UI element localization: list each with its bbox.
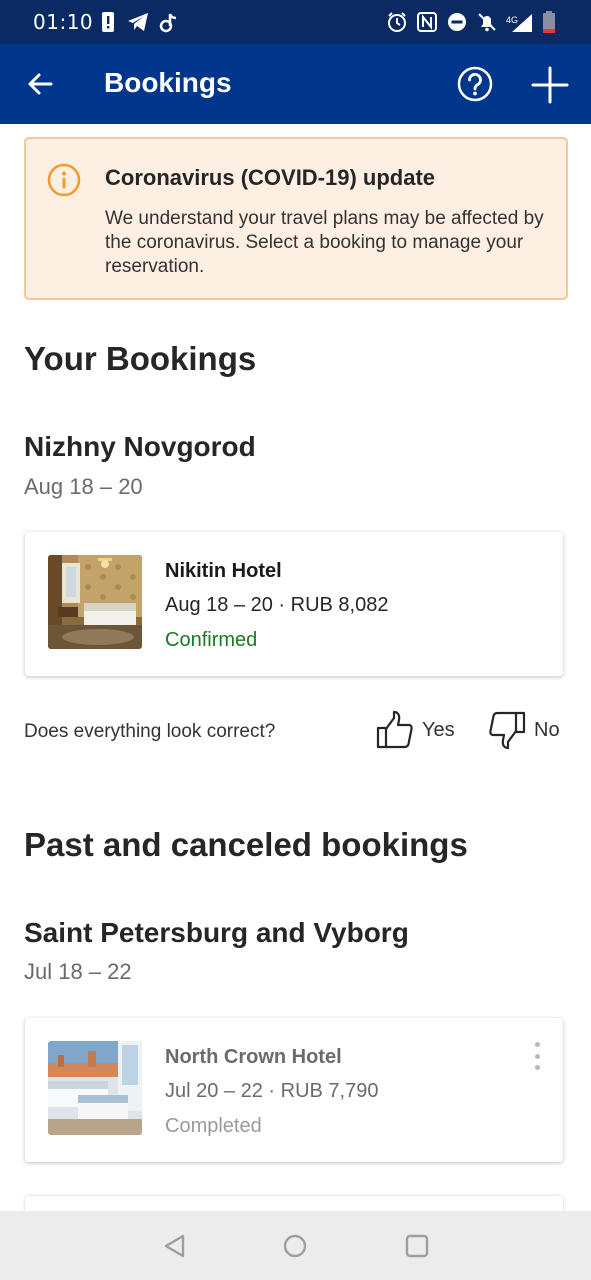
booking-status: Confirmed xyxy=(165,629,258,651)
back-button[interactable] xyxy=(20,64,60,104)
covid-banner-text: We understand your travel plans may be a… xyxy=(105,208,544,277)
telegram-icon xyxy=(126,10,150,34)
hotel-photo xyxy=(48,1041,142,1135)
plus-icon xyxy=(531,66,569,104)
back-triangle-icon xyxy=(164,1234,185,1258)
feedback-yes-label: Yes xyxy=(422,718,455,741)
home-circle-icon xyxy=(283,1234,307,1258)
app-bar: Bookings xyxy=(0,44,591,124)
info-circle-icon xyxy=(47,163,81,197)
bell-off-icon xyxy=(476,10,498,34)
add-booking-button[interactable] xyxy=(528,63,572,107)
alert-icon xyxy=(101,10,115,34)
page-title: Bookings xyxy=(104,67,232,98)
thumbs-down-icon xyxy=(489,711,526,750)
signal-icon xyxy=(510,10,534,34)
alarm-icon xyxy=(386,10,408,34)
status-time: 01:10 xyxy=(33,10,94,34)
dnd-icon xyxy=(446,10,468,34)
battery-icon xyxy=(542,10,556,34)
status-bar: 01:10 4G xyxy=(0,0,591,44)
nav-back-button[interactable] xyxy=(160,1231,190,1261)
feedback-question: Does everything look correct? xyxy=(24,721,276,742)
booking-card[interactable]: North Crown Hotel Jul 20 – 22 · RUB 7,79… xyxy=(25,1018,563,1162)
trip-dates: Aug 18 – 20 xyxy=(24,474,143,499)
booking-status: Completed xyxy=(165,1115,262,1137)
feedback-no-label: No xyxy=(534,718,560,741)
arrow-left-icon xyxy=(28,73,53,95)
booking-info: Jul 20 – 22 · RUB 7,790 xyxy=(165,1080,379,1102)
tiktok-icon xyxy=(158,10,178,34)
feedback-yes-button[interactable]: Yes xyxy=(376,708,455,752)
thumbs-up-icon xyxy=(376,710,413,749)
system-nav-bar xyxy=(0,1211,591,1280)
more-options-button[interactable] xyxy=(529,1042,545,1070)
covid-banner[interactable]: Coronavirus (COVID-19) update We underst… xyxy=(24,137,568,300)
trip-city: Saint Petersburg and Vyborg xyxy=(24,917,409,948)
feedback-no-button[interactable]: No xyxy=(488,708,560,752)
hotel-photo xyxy=(48,555,142,649)
hotel-name: Nikitin Hotel xyxy=(165,560,282,582)
nav-recents-button[interactable] xyxy=(402,1231,432,1261)
booking-card[interactable]: Nikitin Hotel Aug 18 – 20 · RUB 8,082 Co… xyxy=(25,532,563,676)
more-dot xyxy=(534,1053,540,1059)
your-bookings-heading: Your Bookings xyxy=(24,340,257,377)
more-dot xyxy=(534,1042,540,1047)
hotel-name: North Crown Hotel xyxy=(165,1046,342,1068)
more-dot xyxy=(534,1065,540,1070)
question-circle-icon xyxy=(457,66,493,102)
trip-city: Nizhny Novgorod xyxy=(24,431,256,462)
trip-dates: Jul 18 – 22 xyxy=(24,959,132,984)
nav-home-button[interactable] xyxy=(280,1231,310,1261)
help-button[interactable] xyxy=(456,65,494,103)
booking-info: Aug 18 – 20 · RUB 8,082 xyxy=(165,594,389,616)
past-bookings-heading: Past and canceled bookings xyxy=(24,826,468,863)
recents-square-icon xyxy=(405,1234,429,1258)
nfc-icon xyxy=(416,10,438,34)
covid-banner-title: Coronavirus (COVID-19) update xyxy=(105,165,436,190)
